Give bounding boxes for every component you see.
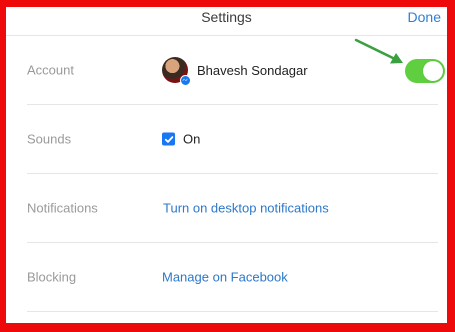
sounds-row: Sounds On — [27, 105, 438, 174]
notifications-row: Notifications Turn on desktop notificati… — [27, 174, 438, 243]
blocking-label: Blocking — [27, 269, 77, 285]
manage-on-facebook-link[interactable]: Manage on Facebook — [162, 270, 288, 285]
checkmark-icon — [164, 135, 173, 143]
avatar — [162, 57, 191, 86]
toggle-knob — [423, 61, 443, 81]
sounds-label: Sounds — [27, 131, 72, 147]
account-label: Account — [27, 62, 74, 78]
settings-header: Settings Done — [6, 7, 447, 36]
page-title: Settings — [201, 9, 252, 25]
messenger-icon — [180, 75, 191, 86]
sounds-setting: On — [162, 132, 200, 147]
done-button[interactable]: Done — [408, 9, 441, 25]
sounds-checkbox[interactable] — [162, 132, 175, 146]
notifications-setting: Turn on desktop notifications — [163, 201, 329, 216]
blocking-setting: Manage on Facebook — [162, 270, 288, 285]
notifications-label: Notifications — [27, 200, 98, 216]
blocking-row: Blocking Manage on Facebook — [27, 243, 438, 312]
desktop-notifications-link[interactable]: Turn on desktop notifications — [163, 201, 329, 216]
account-toggle[interactable] — [405, 59, 445, 83]
user-name: Bhavesh Sondagar — [197, 62, 308, 78]
account-user: Bhavesh Sondagar — [162, 57, 308, 86]
arrow-icon — [354, 38, 403, 64]
sounds-on-label: On — [183, 131, 201, 147]
